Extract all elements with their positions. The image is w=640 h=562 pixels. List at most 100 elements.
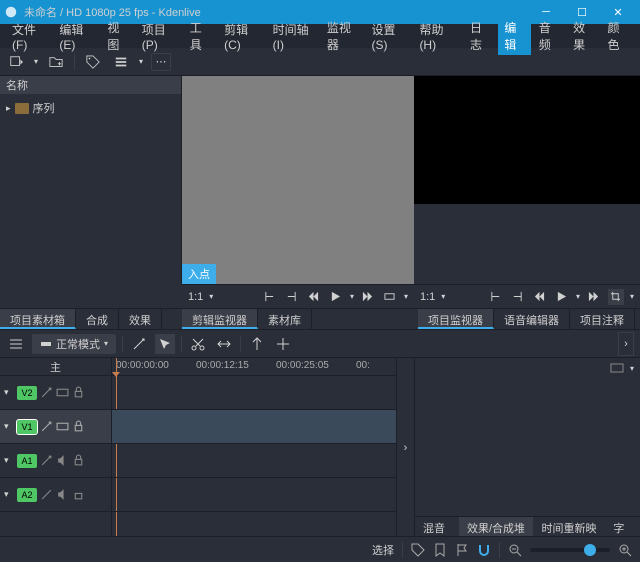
tab-notes[interactable]: 项目注释 <box>570 309 635 329</box>
zoom-in-icon[interactable] <box>618 543 632 557</box>
crop-icon[interactable] <box>608 289 624 305</box>
mute-icon[interactable] <box>56 488 69 501</box>
lock-icon[interactable] <box>72 454 85 467</box>
chevron-down-icon[interactable]: ▾ <box>209 292 213 301</box>
chevron-down-icon[interactable]: ▾ <box>4 387 14 398</box>
tab-subtitles[interactable]: 字幕 <box>605 517 640 538</box>
tab-composition[interactable]: 合成 <box>76 309 119 329</box>
menu-timeline[interactable]: 时间轴(I) <box>267 19 319 54</box>
tool-cut-icon[interactable] <box>188 334 208 354</box>
chevron-down-icon[interactable]: ▾ <box>139 57 143 66</box>
edit-mode-combo[interactable]: 正常模式 ▾ <box>32 334 116 354</box>
add-folder-button[interactable] <box>46 52 66 72</box>
timeline-canvas[interactable]: 00:00:00:00 00:00:12:15 00:00:25:05 00: <box>112 358 396 538</box>
layout-effects[interactable]: 效果 <box>567 17 599 55</box>
menu-tools[interactable]: 工具 <box>184 17 216 55</box>
chevron-down-icon[interactable]: ▾ <box>630 292 634 301</box>
project-monitor-canvas[interactable] <box>414 76 640 204</box>
tag-button[interactable] <box>83 52 103 72</box>
chevron-down-icon[interactable]: ▾ <box>630 364 634 373</box>
track-badge[interactable]: A2 <box>17 488 37 502</box>
track-row-a1[interactable] <box>112 444 396 478</box>
layout-audio[interactable]: 音频 <box>533 17 565 55</box>
bin-column-name[interactable]: 名称 <box>0 76 181 94</box>
flag-icon[interactable] <box>455 543 469 557</box>
filter-icon[interactable] <box>111 52 131 72</box>
timeline-scroll-right[interactable]: › <box>396 358 414 538</box>
tab-mixer[interactable]: 混音器 <box>415 517 459 538</box>
master-track-header[interactable]: 主 <box>0 358 111 376</box>
tab-library[interactable]: 素材库 <box>258 309 312 329</box>
chevron-down-icon[interactable]: ▾ <box>576 292 580 301</box>
chevron-down-icon[interactable]: ▾ <box>4 489 14 500</box>
menu-settings[interactable]: 设置(S) <box>365 19 411 54</box>
lock-icon[interactable] <box>72 420 85 433</box>
track-row-v2[interactable] <box>112 376 396 410</box>
layout-log[interactable]: 日志 <box>464 17 496 55</box>
tool-spacer-icon[interactable] <box>214 334 234 354</box>
track-row-a2[interactable] <box>112 478 396 512</box>
play-button[interactable] <box>554 289 570 305</box>
snap-icon[interactable] <box>477 543 491 557</box>
bin-tree[interactable]: ▸ 序列 <box>0 94 181 284</box>
menu-help[interactable]: 帮助(H) <box>413 19 460 54</box>
rewind-button[interactable] <box>306 289 322 305</box>
track-badge[interactable]: A1 <box>17 454 37 468</box>
forward-button[interactable] <box>360 289 376 305</box>
in-point-button[interactable] <box>262 289 278 305</box>
track-row-v1[interactable] <box>112 410 396 444</box>
tab-project-monitor[interactable]: 项目监视器 <box>418 309 494 329</box>
track-header-v2[interactable]: ▾ V2 <box>0 376 111 410</box>
track-badge[interactable]: V2 <box>17 386 37 400</box>
expand-right-icon[interactable]: › <box>618 332 634 356</box>
add-clip-button[interactable] <box>6 52 26 72</box>
track-badge[interactable]: V1 <box>17 420 37 434</box>
mute-icon[interactable] <box>56 454 69 467</box>
tab-effects[interactable]: 效果 <box>119 309 162 329</box>
more-button[interactable]: ⋯ <box>151 53 171 71</box>
edit-mode-icon[interactable] <box>382 289 398 305</box>
zoom-label[interactable]: 1:1 <box>188 291 203 303</box>
out-point-button[interactable] <box>510 289 526 305</box>
fx-icon[interactable] <box>40 488 53 501</box>
tool-overwrite-icon[interactable] <box>273 334 293 354</box>
menu-view[interactable]: 视图 <box>101 17 133 55</box>
tab-speech[interactable]: 语音编辑器 <box>494 309 570 329</box>
tag-icon[interactable] <box>411 543 425 557</box>
zoom-slider[interactable] <box>530 548 610 552</box>
layout-edit[interactable]: 编辑 <box>498 17 530 55</box>
project-monitor[interactable] <box>414 76 640 284</box>
visibility-icon[interactable] <box>56 386 69 399</box>
track-header-a1[interactable]: ▾ A1 <box>0 444 111 478</box>
menu-project[interactable]: 项目(P) <box>136 19 182 54</box>
rectangle-icon[interactable] <box>610 362 624 374</box>
zoom-out-icon[interactable] <box>508 543 522 557</box>
track-config-icon[interactable] <box>6 334 26 354</box>
chevron-down-icon[interactable]: ▾ <box>350 292 354 301</box>
lock-icon[interactable] <box>72 386 85 399</box>
menu-monitor[interactable]: 监视器 <box>321 17 364 55</box>
track-header-v1[interactable]: ▾ V1 <box>0 410 111 444</box>
track-header-a2[interactable]: ▾ A2 <box>0 478 111 512</box>
bookmark-icon[interactable] <box>433 543 447 557</box>
tab-clip-monitor[interactable]: 剪辑监视器 <box>182 309 258 329</box>
fx-icon[interactable] <box>40 420 53 433</box>
tool-wand-icon[interactable] <box>129 334 149 354</box>
chevron-down-icon[interactable]: ▾ <box>441 292 445 301</box>
zoom-label[interactable]: 1:1 <box>420 291 435 303</box>
timeline-ruler[interactable]: 00:00:00:00 00:00:12:15 00:00:25:05 00: <box>112 358 396 376</box>
chevron-down-icon[interactable]: ▾ <box>404 292 408 301</box>
tab-effect-stack[interactable]: 效果/合成堆栈 <box>459 517 534 538</box>
tab-remap[interactable]: 时间重新映射 <box>533 517 605 538</box>
chevron-down-icon[interactable]: ▾ <box>34 57 38 66</box>
caret-right-icon[interactable]: ▸ <box>6 103 11 114</box>
in-point-button[interactable] <box>488 289 504 305</box>
clip-monitor[interactable]: 入点 <box>182 76 414 284</box>
chevron-down-icon[interactable]: ▾ <box>4 421 14 432</box>
layout-color[interactable]: 颜色 <box>602 17 634 55</box>
tool-select-icon[interactable] <box>155 334 175 354</box>
bin-sequence-item[interactable]: ▸ 序列 <box>6 98 175 118</box>
tool-insert-icon[interactable] <box>247 334 267 354</box>
lock-icon[interactable] <box>72 488 85 501</box>
visibility-icon[interactable] <box>56 420 69 433</box>
